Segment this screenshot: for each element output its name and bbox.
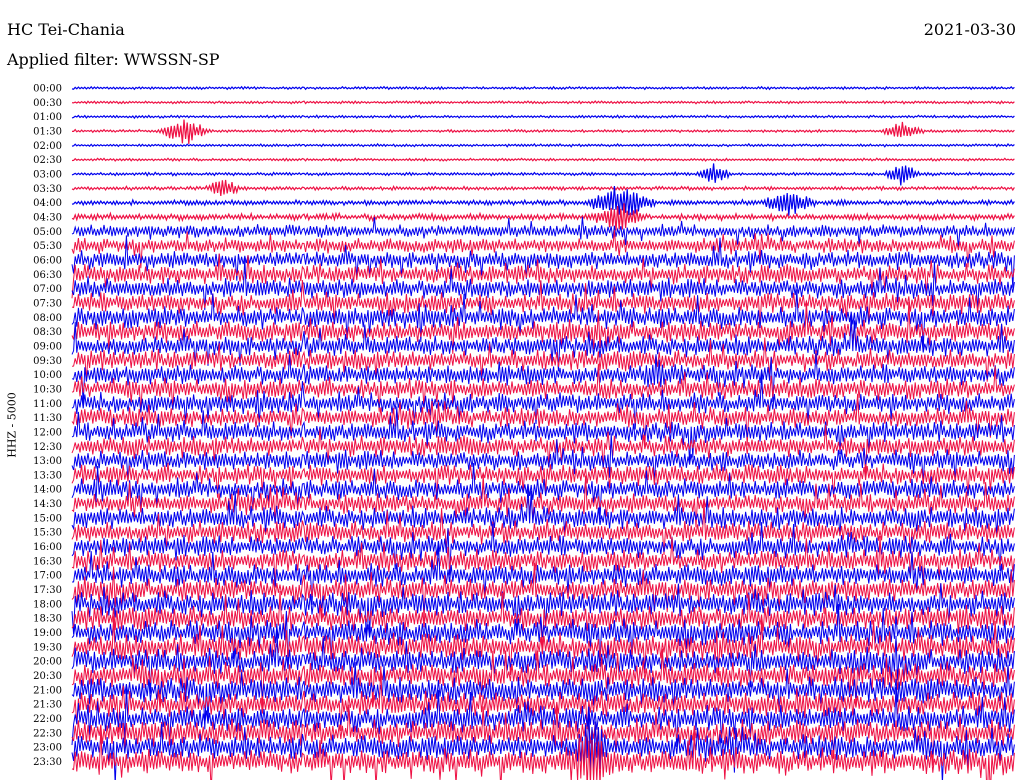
tick-label: 14:30 <box>33 499 62 510</box>
trace-line-0100 <box>71 114 1015 120</box>
tick-label: 10:30 <box>33 384 62 395</box>
tick-label: 04:00 <box>33 198 62 209</box>
tick-label: 19:30 <box>33 642 62 653</box>
tick-label: 05:00 <box>33 227 62 238</box>
trace-lines <box>71 85 1015 780</box>
trace-line-0230 <box>71 157 1015 163</box>
trace-line-0300 <box>71 163 1015 186</box>
tick-label: 17:00 <box>33 571 62 582</box>
tick-label: 01:30 <box>33 126 62 137</box>
tick-label: 18:00 <box>33 599 62 610</box>
helicorder-plot: 00:00 00:30 01:00 01:30 02:00 02:30 03:00 03:30… <box>33 84 1015 780</box>
tick-label: 15:00 <box>33 513 62 524</box>
tick-label: 02:00 <box>33 141 62 152</box>
tick-label: 17:30 <box>33 585 62 596</box>
tick-label: 16:30 <box>33 556 62 567</box>
tick-label: 18:30 <box>33 614 62 625</box>
tick-label: 06:00 <box>33 255 62 266</box>
tick-label: 12:00 <box>33 427 62 438</box>
tick-label: 13:30 <box>33 470 62 481</box>
tick-label: 23:30 <box>33 757 62 768</box>
tick-label: 04:30 <box>33 212 62 223</box>
tick-label: 06:30 <box>33 270 62 281</box>
tick-label: 16:00 <box>33 542 62 553</box>
tick-label: 05:30 <box>33 241 62 252</box>
trace-line-0200 <box>71 142 1015 148</box>
tick-label: 23:00 <box>33 743 62 754</box>
time-tick-labels: 00:00 00:30 01:00 01:30 02:00 02:30 03:00 03:30… <box>33 84 62 769</box>
tick-label: 12:30 <box>33 442 62 453</box>
trace-line-0330 <box>71 179 1015 196</box>
tick-label: 13:00 <box>33 456 62 467</box>
tick-label: 20:00 <box>33 657 62 668</box>
tick-label: 00:30 <box>33 98 62 109</box>
tick-label: 14:00 <box>33 485 62 496</box>
tick-label: 21:30 <box>33 700 62 711</box>
trace-line-0030 <box>71 99 1015 105</box>
tick-label: 19:00 <box>33 628 62 639</box>
tick-label: 03:30 <box>33 184 62 195</box>
tick-label: 09:00 <box>33 341 62 352</box>
tick-label: 21:00 <box>33 685 62 696</box>
trace-line-1330 <box>71 462 1015 501</box>
tick-label: 08:30 <box>33 327 62 338</box>
tick-label: 09:30 <box>33 356 62 367</box>
trace-line-2200 <box>71 684 1015 748</box>
tick-label: 22:30 <box>33 728 62 739</box>
tick-label: 20:30 <box>33 671 62 682</box>
tick-label: 08:00 <box>33 313 62 324</box>
tick-label: 02:30 <box>33 155 62 166</box>
trace-line-0000 <box>71 85 1015 91</box>
trace-line-0430 <box>71 203 1015 231</box>
tick-label: 15:30 <box>33 528 62 539</box>
tick-label: 07:30 <box>33 298 62 309</box>
tick-label: 10:00 <box>33 370 62 381</box>
tick-label: 11:30 <box>33 413 62 424</box>
tick-label: 03:00 <box>33 169 62 180</box>
tick-label: 00:00 <box>33 84 62 95</box>
tick-label: 22:00 <box>33 714 62 725</box>
tick-label: 07:00 <box>33 284 62 295</box>
tick-label: 11:00 <box>33 399 62 410</box>
trace-line-0130 <box>72 119 1015 144</box>
tick-label: 01:00 <box>33 112 62 123</box>
